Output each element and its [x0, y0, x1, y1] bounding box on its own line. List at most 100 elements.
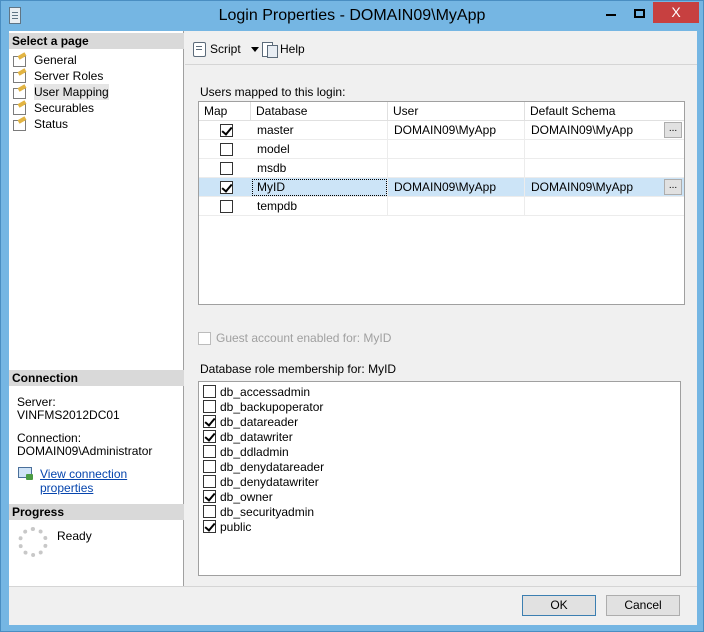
list-item[interactable]: db_datareader	[203, 414, 298, 429]
list-item[interactable]: db_denydatawriter	[203, 474, 319, 489]
chevron-down-icon[interactable]	[250, 46, 259, 52]
role-membership-list[interactable]: db_accessadmin db_backupoperator db_data…	[198, 381, 681, 576]
table-row-selected[interactable]: MyID DOMAIN09\MyApp DOMAIN09\MyApp ...	[199, 178, 684, 197]
progress-spinner-icon	[18, 527, 48, 557]
schema-browse-button[interactable]: ...	[664, 179, 682, 195]
help-icon	[261, 41, 278, 58]
ok-button[interactable]: OK	[522, 595, 596, 616]
schema-browse-button[interactable]: ...	[664, 122, 682, 138]
progress-header: Progress	[9, 504, 184, 520]
user-mapping-grid[interactable]: Map Database User Default Schema master …	[198, 101, 685, 305]
user-cell[interactable]: DOMAIN09\MyApp	[388, 178, 525, 197]
page-item-user-mapping[interactable]: User Mapping	[12, 84, 109, 100]
list-item[interactable]: public	[203, 519, 251, 534]
page-item-status[interactable]: Status	[12, 116, 109, 132]
table-row[interactable]: tempdb	[199, 197, 684, 216]
column-header-user[interactable]: User	[388, 102, 525, 121]
guest-account-label: Guest account enabled for: MyID	[216, 331, 392, 345]
page-list: General Server Roles User Mapping Secura…	[12, 52, 109, 132]
help-label: Help	[280, 42, 305, 56]
default-schema-cell[interactable]: DOMAIN09\MyApp	[525, 178, 662, 197]
page-item-server-roles[interactable]: Server Roles	[12, 68, 109, 84]
wrench-page-icon	[12, 86, 28, 99]
column-header-default-schema[interactable]: Default Schema	[525, 102, 684, 121]
list-item[interactable]: db_ddladmin	[203, 444, 289, 459]
role-name: public	[220, 519, 252, 534]
page-item-label: User Mapping	[34, 84, 109, 100]
role-checkbox[interactable]	[203, 505, 216, 518]
minimize-button[interactable]	[597, 2, 625, 23]
list-item[interactable]: db_denydatareader	[203, 459, 324, 474]
column-header-database[interactable]: Database	[251, 102, 388, 121]
minimize-icon	[606, 14, 616, 17]
default-schema-cell[interactable]	[525, 140, 684, 159]
role-name: db_datareader	[220, 414, 299, 429]
maximize-button[interactable]	[625, 2, 653, 23]
role-checkbox[interactable]	[203, 460, 216, 473]
server-value: VINFMS2012DC01	[17, 408, 120, 422]
role-checkbox[interactable]	[203, 475, 216, 488]
default-schema-cell[interactable]: DOMAIN09\MyApp	[525, 121, 662, 140]
page-item-label: Status	[34, 117, 69, 131]
maximize-icon	[633, 8, 645, 18]
role-checkbox[interactable]	[203, 385, 216, 398]
table-row[interactable]: model	[199, 140, 684, 159]
users-mapped-label: Users mapped to this login:	[200, 85, 346, 99]
toolbar: Script Help	[185, 31, 697, 65]
dialog-footer: OK Cancel	[9, 586, 697, 625]
server-label: Server:	[17, 395, 56, 409]
cancel-button[interactable]: Cancel	[606, 595, 680, 616]
role-name: db_backupoperator	[220, 399, 324, 414]
database-cell: model	[251, 140, 388, 159]
role-checkbox[interactable]	[203, 520, 216, 533]
wrench-page-icon	[12, 54, 28, 67]
user-cell[interactable]	[388, 197, 525, 216]
role-checkbox[interactable]	[203, 490, 216, 503]
table-row[interactable]: msdb	[199, 159, 684, 178]
wrench-page-icon	[12, 70, 28, 83]
role-name: db_denydatareader	[220, 459, 325, 474]
role-membership-label: Database role membership for: MyID	[200, 362, 397, 376]
list-item[interactable]: db_owner	[203, 489, 273, 504]
role-checkbox[interactable]	[203, 415, 216, 428]
default-schema-cell[interactable]	[525, 197, 684, 216]
role-checkbox[interactable]	[203, 430, 216, 443]
role-checkbox[interactable]	[203, 445, 216, 458]
connection-properties-icon	[18, 467, 34, 481]
right-panel: Script Help Users mapped to this login: …	[185, 31, 697, 586]
map-checkbox[interactable]	[220, 181, 233, 194]
page-item-label: Securables	[34, 101, 95, 115]
user-cell[interactable]: DOMAIN09\MyApp	[388, 121, 525, 140]
page-item-securables[interactable]: Securables	[12, 100, 109, 116]
list-item[interactable]: db_accessadmin	[203, 384, 310, 399]
role-name: db_datawriter	[220, 429, 293, 444]
help-button[interactable]: Help	[261, 40, 305, 58]
script-label: Script	[210, 42, 241, 56]
user-cell[interactable]	[388, 140, 525, 159]
list-item[interactable]: db_securityadmin	[203, 504, 314, 519]
connection-header: Connection	[9, 370, 184, 386]
role-name: db_securityadmin	[220, 504, 315, 519]
close-icon: X	[671, 4, 681, 20]
close-button[interactable]: X	[653, 2, 699, 23]
user-cell[interactable]	[388, 159, 525, 178]
table-row[interactable]: master DOMAIN09\MyApp DOMAIN09\MyApp ...	[199, 121, 684, 140]
map-checkbox[interactable]	[220, 143, 233, 156]
view-connection-properties-link[interactable]: View connection properties	[40, 467, 183, 495]
default-schema-cell[interactable]	[525, 159, 684, 178]
guest-account-checkbox[interactable]	[198, 332, 211, 345]
title-bar[interactable]: Login Properties - DOMAIN09\MyApp X	[1, 1, 703, 31]
connection-label: Connection:	[17, 431, 82, 445]
map-checkbox[interactable]	[220, 162, 233, 175]
script-button[interactable]: Script	[191, 40, 259, 58]
database-cell: MyID	[251, 178, 388, 197]
role-name: db_accessadmin	[220, 384, 311, 399]
role-checkbox[interactable]	[203, 400, 216, 413]
connection-value: DOMAIN09\Administrator	[17, 444, 153, 458]
list-item[interactable]: db_backupoperator	[203, 399, 323, 414]
map-checkbox[interactable]	[220, 200, 233, 213]
column-header-map[interactable]: Map	[199, 102, 251, 121]
map-checkbox[interactable]	[220, 124, 233, 137]
page-item-general[interactable]: General	[12, 52, 109, 68]
list-item[interactable]: db_datawriter	[203, 429, 293, 444]
